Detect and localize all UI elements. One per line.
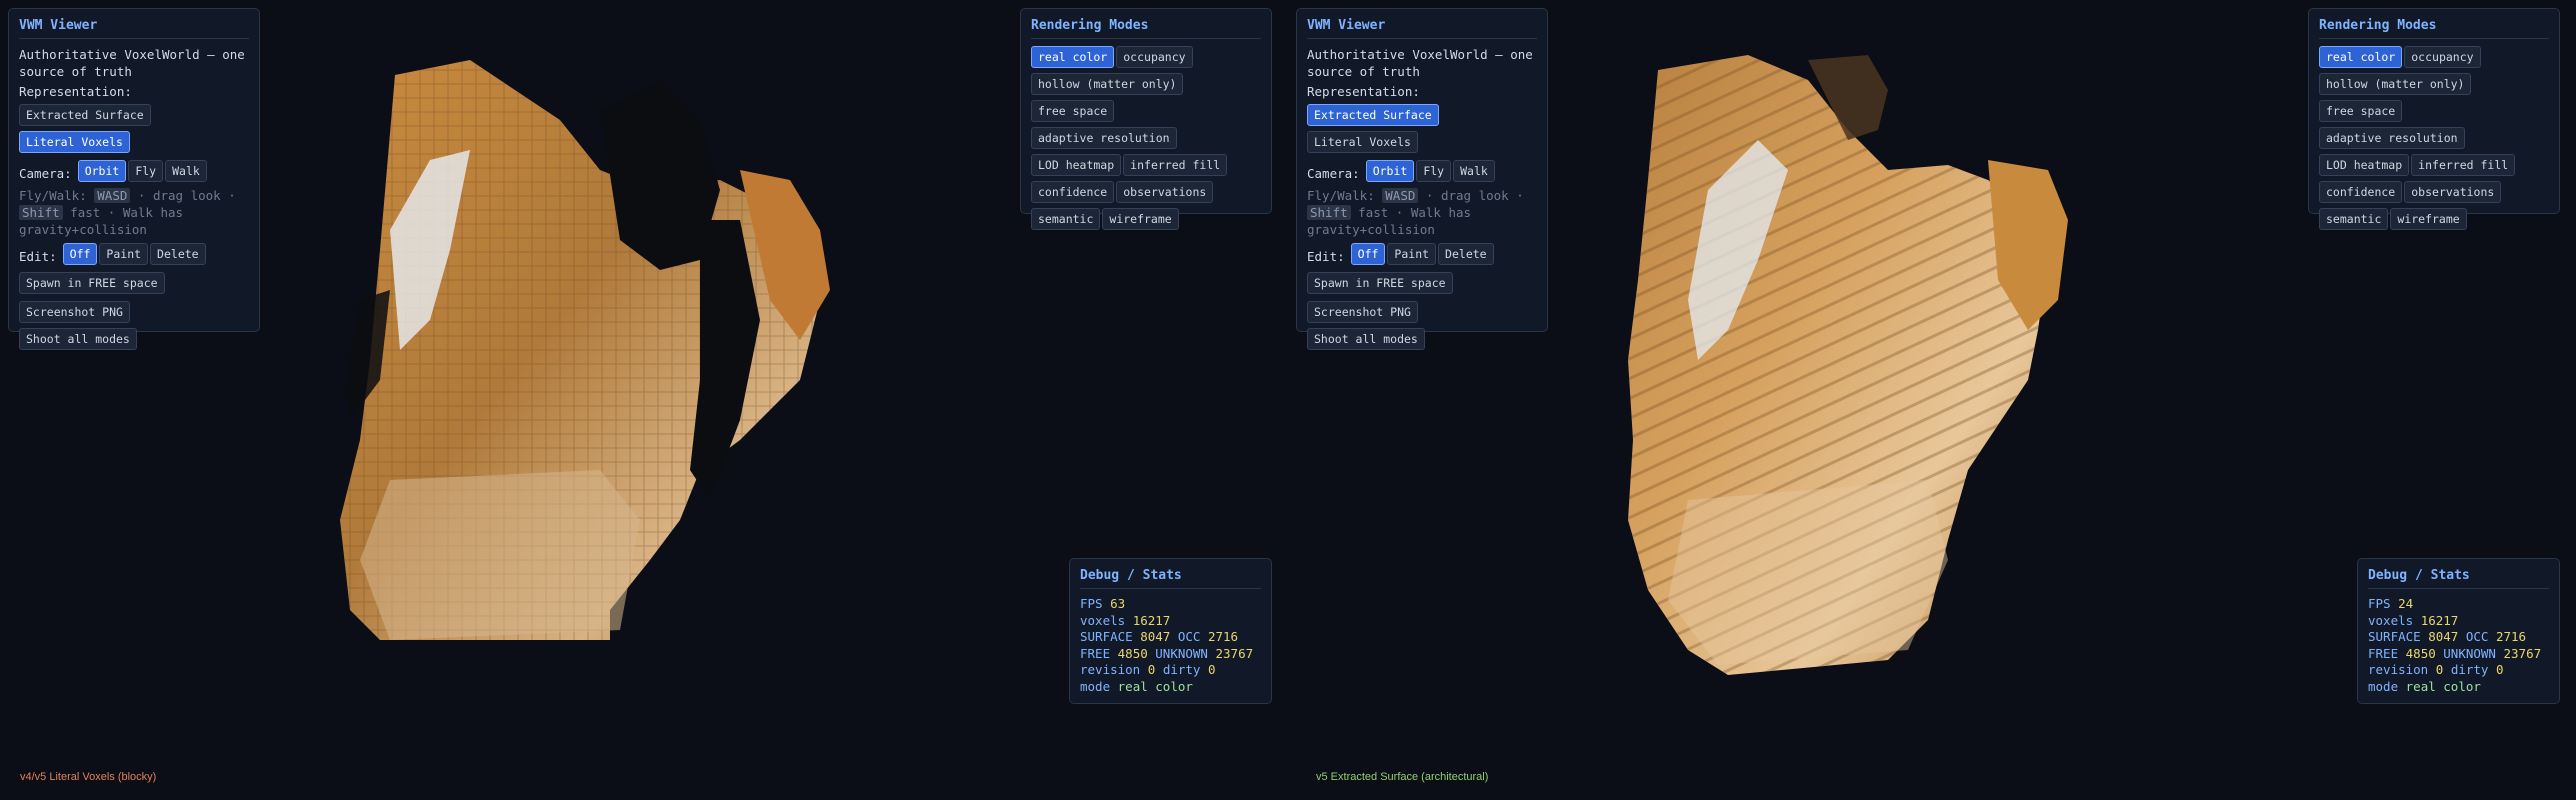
mode-occupancy-button[interactable]: occupancy [1116,46,1193,68]
camera-label: Camera: [19,166,72,181]
rendering-modes-panel: Rendering Modes real color occupancy hol… [2308,8,2560,230]
shoot-all-modes-button[interactable]: Shoot all modes [19,328,137,350]
edit-off-button[interactable]: Off [62,243,98,265]
mode-semantic-button[interactable]: semantic [1031,208,1101,230]
vwm-viewer-panel: VWM Viewer Authoritative VoxelWorld — on… [8,8,260,350]
screenshot-png-button[interactable]: Screenshot PNG [19,301,130,323]
mode-occupancy-button[interactable]: occupancy [2404,46,2481,68]
stat-mode: mode real color [2368,678,2481,694]
mode-hollow-button[interactable]: hollow (matter only) [2319,73,2472,95]
stat-surface-occ: SURFACE 8047 OCC 2716 [1080,629,1239,644]
panel-title: Rendering Modes [1031,18,1261,39]
panel-description: Authoritative VoxelWorld — one source of… [19,47,245,79]
mode-wireframe-button[interactable]: wireframe [1102,208,1179,230]
stat-revision-dirty: revision 0 dirty 0 [1080,662,1216,677]
stat-free-unknown: FREE 4850 UNKNOWN 23767 [2368,645,2542,661]
wasd-key: WASD [94,188,131,203]
extracted-surface-button[interactable]: Extracted Surface [1307,104,1439,126]
viewport-literal-voxels[interactable]: VWM Viewer Authoritative VoxelWorld — on… [0,0,1288,800]
stat-surface-occ: SURFACE 8047 OCC 2716 [2368,629,2527,644]
mode-confidence-button[interactable]: confidence [2319,181,2403,203]
camera-walk-button[interactable]: Walk [165,160,207,182]
mode-real-color-button[interactable]: real color [2319,46,2403,68]
stat-revision-dirty: revision 0 dirty 0 [2368,662,2504,677]
camera-walk-button[interactable]: Walk [1453,160,1495,182]
panel-title: VWM Viewer [19,18,249,39]
camera-orbit-button[interactable]: Orbit [77,160,127,182]
panel-title: Debug / Stats [1080,568,1261,589]
mode-inferred-fill-button[interactable]: inferred fill [1123,154,1228,176]
mode-free-space-button[interactable]: free space [1031,100,1115,122]
edit-paint-button[interactable]: Paint [99,243,149,265]
screenshot-png-button[interactable]: Screenshot PNG [1307,301,1418,323]
spawn-free-space-button[interactable]: Spawn in FREE space [19,272,165,294]
stat-free-unknown: FREE 4850 UNKNOWN 23767 [1080,645,1254,661]
vwm-viewer-panel: VWM Viewer Authoritative VoxelWorld — on… [1296,8,1548,350]
edit-delete-button[interactable]: Delete [1438,243,1494,265]
mode-lod-heatmap-button[interactable]: LOD heatmap [2319,154,2410,176]
stat-voxels: voxels 16217 [2368,612,2459,628]
debug-stats-panel: Debug / Stats FPS 24 voxels 16217 SURFAC… [2357,558,2560,704]
shift-key: Shift [19,205,63,220]
mode-wireframe-button[interactable]: wireframe [2390,208,2467,230]
literal-voxels-button[interactable]: Literal Voxels [1307,131,1418,153]
camera-orbit-button[interactable]: Orbit [1365,160,1415,182]
stat-mode: mode real color [1080,678,1193,694]
edit-label: Edit: [19,249,57,264]
rendering-modes-panel: Rendering Modes real color occupancy hol… [1020,8,1272,230]
stat-fps: FPS 63 [1080,596,1126,611]
representation-label: Representation: [19,84,132,99]
mode-lod-heatmap-button[interactable]: LOD heatmap [1031,154,1122,176]
shoot-all-modes-button[interactable]: Shoot all modes [1307,328,1425,350]
mode-hollow-button[interactable]: hollow (matter only) [1031,73,1184,95]
camera-help-text: Fly/Walk: WASD · drag look · Shift fast … [19,188,236,237]
debug-stats-panel: Debug / Stats FPS 63 voxels 16217 SURFAC… [1069,558,1272,704]
edit-off-button[interactable]: Off [1350,243,1386,265]
camera-label: Camera: [1307,166,1360,181]
pane-caption: v4/v5 Literal Voxels (blocky) [20,771,157,783]
literal-voxels-button[interactable]: Literal Voxels [19,131,130,153]
mode-semantic-button[interactable]: semantic [2319,208,2389,230]
shift-key: Shift [1307,205,1351,220]
stat-voxels: voxels 16217 [1080,612,1171,628]
mode-inferred-fill-button[interactable]: inferred fill [2411,154,2516,176]
panel-description: Authoritative VoxelWorld — one source of… [1307,47,1533,79]
edit-delete-button[interactable]: Delete [150,243,206,265]
wasd-key: WASD [1382,188,1419,203]
mode-confidence-button[interactable]: confidence [1031,181,1115,203]
camera-fly-button[interactable]: Fly [128,160,164,182]
camera-help-text: Fly/Walk: WASD · drag look · Shift fast … [1307,188,1524,237]
camera-fly-button[interactable]: Fly [1416,160,1452,182]
mode-free-space-button[interactable]: free space [2319,100,2403,122]
edit-paint-button[interactable]: Paint [1387,243,1437,265]
mode-adaptive-resolution-button[interactable]: adaptive resolution [2319,127,2465,149]
panel-title: Debug / Stats [2368,568,2549,589]
mode-adaptive-resolution-button[interactable]: adaptive resolution [1031,127,1177,149]
mode-real-color-button[interactable]: real color [1031,46,1115,68]
extracted-surface-button[interactable]: Extracted Surface [19,104,151,126]
panel-title: VWM Viewer [1307,18,1537,39]
panel-title: Rendering Modes [2319,18,2549,39]
stat-fps: FPS 24 [2368,596,2414,611]
pane-caption: v5 Extracted Surface (architectural) [1316,771,1489,783]
viewport-extracted-surface[interactable]: VWM Viewer Authoritative VoxelWorld — on… [1288,0,2576,800]
edit-label: Edit: [1307,249,1345,264]
mode-observations-button[interactable]: observations [1116,181,1214,203]
mode-observations-button[interactable]: observations [2404,181,2502,203]
spawn-free-space-button[interactable]: Spawn in FREE space [1307,272,1453,294]
representation-label: Representation: [1307,84,1420,99]
